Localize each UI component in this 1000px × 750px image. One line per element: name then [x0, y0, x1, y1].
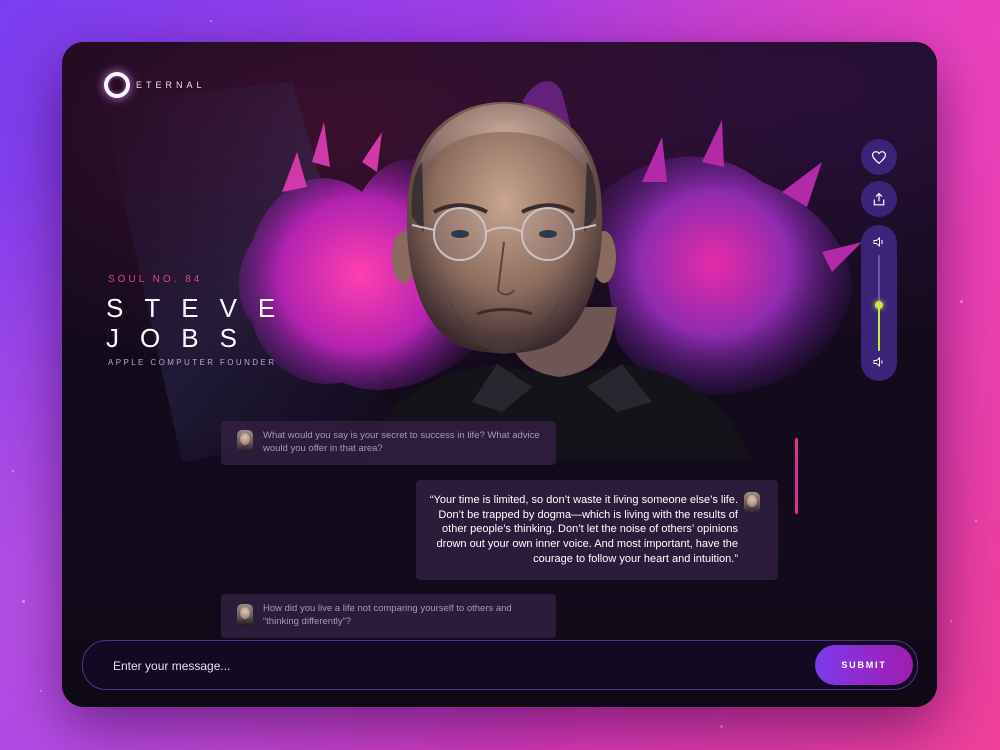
chat-message-soul: “Your time is limited, so don’t waste it… — [416, 480, 778, 580]
volume-slider[interactable] — [875, 255, 883, 351]
volume-control[interactable] — [861, 225, 897, 381]
soul-number: SOUL NO. 84 — [108, 274, 203, 285]
hero-artwork — [102, 81, 862, 462]
chat-scrollbar[interactable] — [795, 438, 798, 514]
background-speck — [720, 725, 723, 728]
background-speck — [22, 600, 25, 603]
volume-low-icon[interactable] — [871, 355, 887, 369]
chat-message-user: How did you live a life not comparing yo… — [221, 594, 556, 638]
chat-message-user: What would you say is your secret to suc… — [221, 421, 556, 465]
background-speck — [210, 20, 212, 22]
message-text: What would you say is your secret to suc… — [263, 430, 540, 454]
soul-avatar — [744, 492, 760, 514]
brand-name: ETERNAL — [136, 80, 206, 90]
volume-slider-fill — [878, 304, 880, 351]
message-input[interactable] — [111, 641, 805, 691]
submit-button[interactable]: SUBMIT — [815, 645, 913, 685]
logo-ring-icon — [104, 72, 130, 98]
share-icon — [873, 192, 885, 205]
message-text: “Your time is limited, so don’t waste it… — [429, 494, 738, 565]
background-speck — [950, 620, 952, 622]
message-text: How did you live a life not comparing yo… — [263, 603, 512, 627]
background-speck — [960, 300, 963, 303]
brand-logo[interactable]: ETERNAL — [104, 72, 206, 98]
last-name: JOBS — [106, 323, 258, 353]
profile-subtitle: APPLE COMPUTER FOUNDER — [108, 358, 277, 367]
volume-slider-handle[interactable] — [875, 300, 883, 309]
user-avatar — [237, 604, 253, 626]
background-speck — [12, 470, 14, 472]
heart-icon — [872, 150, 886, 164]
user-avatar — [237, 430, 253, 452]
message-composer: SUBMIT — [82, 640, 918, 691]
volume-icon[interactable] — [871, 235, 887, 249]
background-speck — [40, 690, 42, 692]
share-button[interactable] — [861, 181, 897, 217]
app-window: ETERNAL SOUL NO. 84 STEVE JOBS APPLE COM… — [62, 42, 937, 707]
first-name: STEVE — [106, 293, 297, 323]
hero-section: ETERNAL SOUL NO. 84 STEVE JOBS APPLE COM… — [62, 42, 937, 462]
like-button[interactable] — [861, 139, 897, 175]
background-speck — [975, 520, 977, 522]
